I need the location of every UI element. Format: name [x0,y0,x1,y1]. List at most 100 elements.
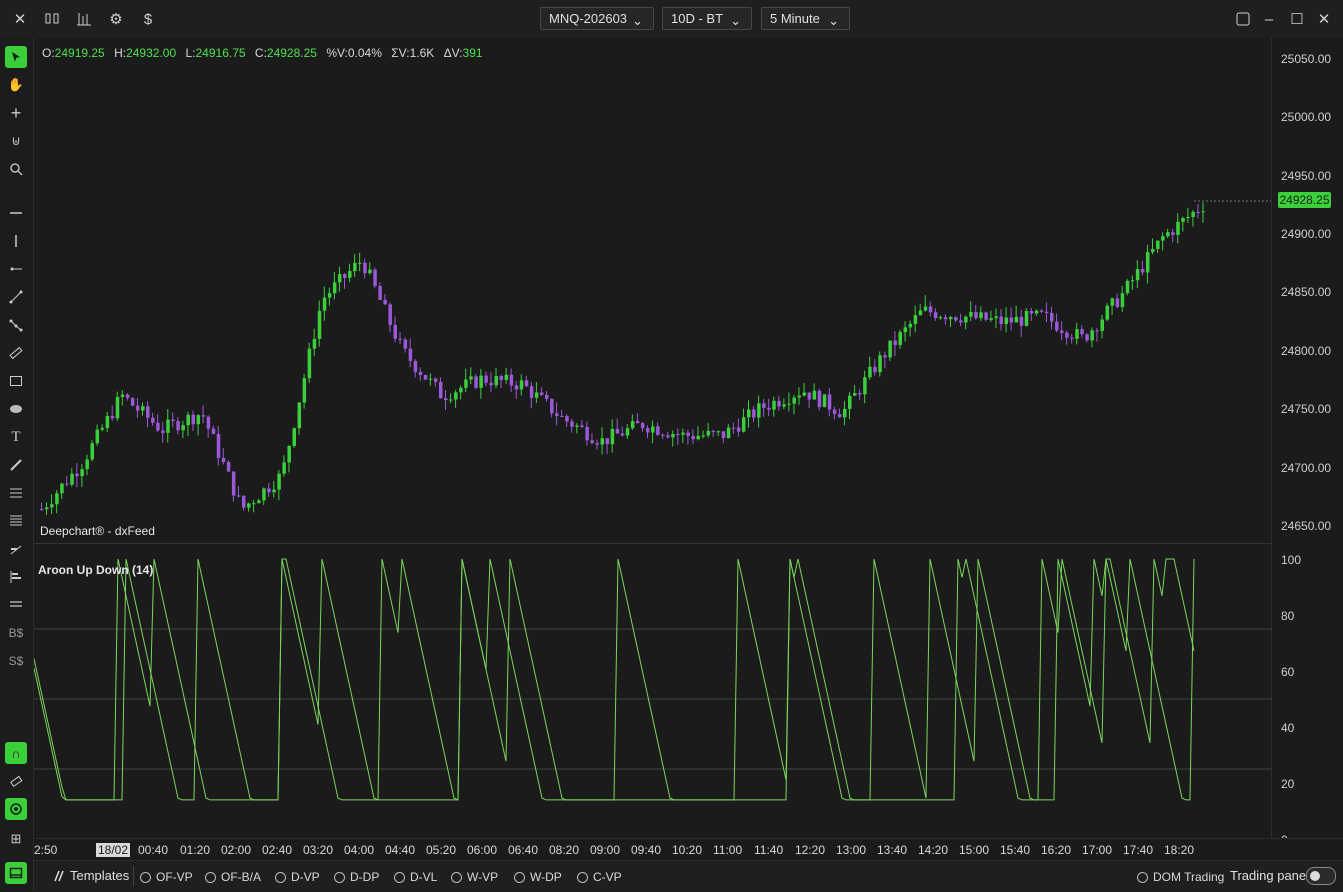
candle-body [772,400,776,410]
volume-profile-icon[interactable] [5,538,27,560]
candle-body [620,433,625,436]
candle-body [55,493,59,505]
candle-body [216,434,221,458]
candle-body [428,378,433,380]
candle-body [60,483,64,494]
template-radio-c-vp[interactable]: C-VP [577,870,622,884]
indicator-title[interactable]: Aroon Up Down (14) [38,563,153,577]
y-tick: 25050.00 [1281,52,1332,66]
panel-toggle-icon[interactable] [5,862,27,884]
candle-body [105,415,110,429]
dollar-icon[interactable]: $ [136,7,160,31]
dom-trading-radio[interactable]: DOM Trading [1137,870,1224,884]
trend-line-icon[interactable] [5,286,27,308]
cursor-icon[interactable] [5,46,27,68]
x-tick: 02:00 [221,843,252,857]
ohlc-readout: O:24919.25 H:24932.00 L:24916.75 C:24928… [42,46,489,60]
anchored-profile-icon[interactable] [5,566,27,588]
candle-body [1110,298,1115,306]
pencil-icon[interactable] [5,454,27,476]
candle-body [959,320,963,323]
candle-body [837,414,842,418]
candle-body [40,509,44,510]
maximize-icon[interactable]: ☐ [1285,7,1309,31]
dom-trading-label: DOM Trading [1153,870,1225,884]
add-indicator-icon[interactable]: ⊞ [5,828,27,850]
template-radio-d-vl[interactable]: D-VL [394,870,437,884]
candle-body [166,419,170,433]
symbol-select[interactable]: MNQ-202603 ⌄ [540,7,654,30]
candle-body [565,416,569,422]
candle-body [1009,317,1014,323]
candle-body [550,398,554,414]
ray-icon[interactable] [5,258,27,280]
template-radio-d-dp[interactable]: D-DP [334,870,379,884]
candle-body [711,430,716,432]
candle-body [640,423,645,429]
candle-body [135,405,140,411]
aroon-chart[interactable] [34,544,1271,838]
settings-icon[interactable]: ⚙ [104,7,128,31]
interval-label: 5 Minute [770,11,820,26]
magnet-cursor-icon[interactable]: ⊎ [5,130,27,152]
candle-body [787,403,791,405]
candle-body [1034,310,1039,314]
fib-extension-icon[interactable] [5,510,27,532]
hand-icon[interactable]: ✋ [5,74,27,96]
interval-select[interactable]: 5 Minute ⌄ [761,7,850,30]
templates-button[interactable]: Templates [52,868,129,883]
y-tick: 25000.00 [1281,110,1332,124]
candle-body [994,316,998,319]
candlestick-chart[interactable] [34,38,1271,543]
price-axis[interactable] [1271,38,1343,838]
candle-body [1060,330,1064,333]
eraser-icon[interactable] [5,770,27,792]
minimize-icon[interactable]: – [1257,7,1281,31]
template-radio-d-vp[interactable]: D-VP [275,870,320,884]
order-flow-dollar-icon[interactable]: B$ [5,622,27,644]
vertical-line-icon[interactable] [5,230,27,252]
compare-icon[interactable] [40,7,64,31]
ellipse-icon[interactable] [5,398,27,420]
candle-body [1024,310,1029,326]
candle-body [1039,310,1044,312]
bar-chart-icon[interactable] [72,7,96,31]
candle-body [171,419,175,422]
text-icon[interactable]: T [5,426,27,448]
horizontal-line-icon[interactable] [5,202,27,224]
candle-body [100,428,105,430]
zoom-icon[interactable] [5,158,27,180]
template-radio-w-dp[interactable]: W-DP [514,870,562,884]
polyline-icon[interactable] [5,314,27,336]
x-tick: 04:40 [385,843,416,857]
template-radio-of-ba[interactable]: OF-B/A [205,870,261,884]
close-icon[interactable]: ✕ [8,7,32,31]
rectangle-icon[interactable] [5,370,27,392]
magnet-icon[interactable]: ∩ [5,742,27,764]
candle-body [832,409,837,415]
template-radio-of-vp[interactable]: OF-VP [140,870,193,884]
candle-body [767,407,771,410]
ruler-icon[interactable] [5,342,27,364]
candle-body [878,355,882,373]
templates-label: Templates [70,868,130,883]
period-select[interactable]: 10D - BT ⌄ [662,7,752,30]
candle-body [600,438,605,445]
candle-body [125,394,130,399]
session-dollar-icon[interactable]: S$ [5,650,27,672]
candle-body [277,473,281,490]
trading-panel-toggle[interactable] [1306,867,1336,885]
range-profile-icon[interactable] [5,594,27,616]
candle-body [802,392,807,396]
visibility-icon[interactable] [5,798,27,820]
candle-body [1171,232,1175,235]
candle-body [984,312,988,320]
candle-body [812,390,817,400]
crosshair-icon[interactable]: + [5,102,27,124]
template-radio-w-vp[interactable]: W-VP [451,870,498,884]
restore-icon[interactable] [1231,7,1255,31]
candle-body [65,483,69,485]
window-close-icon[interactable]: ✕ [1312,7,1336,31]
candle-body [423,374,428,380]
fib-icon[interactable] [5,482,27,504]
